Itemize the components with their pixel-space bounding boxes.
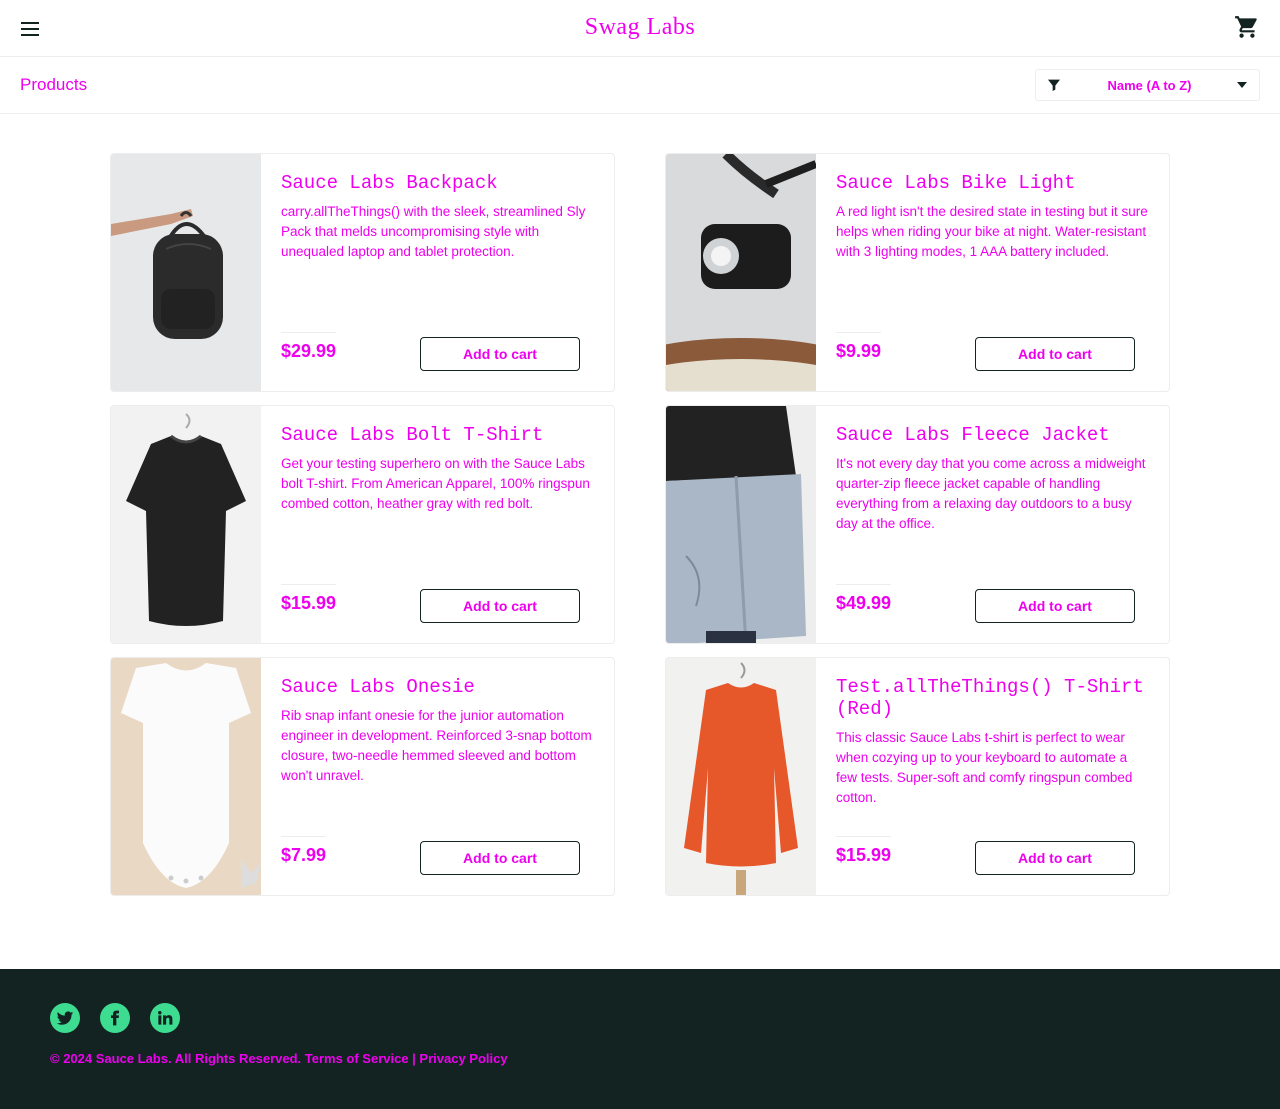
bike-light-image[interactable] (666, 154, 816, 391)
cart-icon[interactable] (1234, 14, 1260, 40)
item-price: $9.99 (836, 341, 882, 361)
item-body: Sauce Labs Backpack carry.allTheThings()… (261, 154, 614, 391)
app-header: Swag Labs (0, 0, 1280, 57)
item-body: Sauce Labs Fleece Jacket It's not every … (816, 406, 1169, 643)
item-price: $15.99 (281, 593, 337, 613)
price-bar: $15.99 Add to cart (836, 836, 1135, 876)
red-tshirt-image[interactable] (666, 658, 816, 895)
chevron-down-icon (1237, 82, 1247, 88)
sort-selected-value: Name (A to Z) (1107, 77, 1192, 93)
add-to-cart-button[interactable]: Add to cart (420, 589, 580, 623)
item-name-link[interactable]: Test.allTheThings() T-Shirt (Red) (836, 676, 1149, 720)
inventory-item: Sauce Labs Fleece Jacket It's not every … (665, 405, 1170, 644)
app-logo: Swag Labs (584, 14, 696, 40)
item-body: Sauce Labs Onesie Rib snap infant onesie… (261, 658, 614, 895)
filter-icon (1048, 79, 1060, 91)
add-to-cart-button[interactable]: Add to cart (975, 589, 1135, 623)
inventory-item: Sauce Labs Bike Light A red light isn't … (665, 153, 1170, 392)
page-footer: © 2024 Sauce Labs. All Rights Reserved. … (0, 969, 1280, 1109)
item-description: A red light isn't the desired state in t… (836, 204, 1148, 259)
price-bar: $29.99 Add to cart (281, 332, 580, 372)
item-description: It's not every day that you come across … (836, 456, 1146, 531)
linkedin-icon[interactable] (150, 1003, 180, 1033)
add-to-cart-button[interactable]: Add to cart (975, 337, 1135, 371)
add-to-cart-button[interactable]: Add to cart (420, 337, 580, 371)
bolt-tshirt-image[interactable] (111, 406, 261, 643)
inventory-item: Sauce Labs Backpack carry.allTheThings()… (110, 153, 615, 392)
item-name-link[interactable]: Sauce Labs Fleece Jacket (836, 424, 1149, 446)
item-body: Sauce Labs Bike Light A red light isn't … (816, 154, 1169, 391)
item-body: Sauce Labs Bolt T-Shirt Get your testing… (261, 406, 614, 643)
price-bar: $49.99 Add to cart (836, 584, 1135, 624)
secondary-header: Products Name (A to Z) (0, 57, 1280, 114)
inventory-item: Sauce Labs Bolt T-Shirt Get your testing… (110, 405, 615, 644)
fleece-jacket-image[interactable] (666, 406, 816, 643)
item-name-link[interactable]: Sauce Labs Bike Light (836, 172, 1149, 194)
inventory-item: Test.allTheThings() T-Shirt (Red) This c… (665, 657, 1170, 896)
item-name-link[interactable]: Sauce Labs Backpack (281, 172, 594, 194)
copyright-text: © 2024 Sauce Labs. All Rights Reserved. … (50, 1051, 508, 1066)
inventory-item: Sauce Labs Onesie Rib snap infant onesie… (110, 657, 615, 896)
page-title: Products (20, 75, 88, 94)
item-description: Rib snap infant onesie for the junior au… (281, 708, 592, 783)
price-bar: $9.99 Add to cart (836, 332, 1135, 372)
item-name-link[interactable]: Sauce Labs Bolt T-Shirt (281, 424, 594, 446)
item-description: Get your testing superhero on with the S… (281, 456, 590, 511)
item-price: $15.99 (836, 845, 892, 865)
add-to-cart-button[interactable]: Add to cart (420, 841, 580, 875)
twitter-icon[interactable] (50, 1003, 80, 1033)
price-bar: $15.99 Add to cart (281, 584, 580, 624)
item-body: Test.allTheThings() T-Shirt (Red) This c… (816, 658, 1169, 895)
onesie-image[interactable] (111, 658, 261, 895)
inventory-list: Sauce Labs Backpack carry.allTheThings()… (110, 153, 1170, 896)
add-to-cart-button[interactable]: Add to cart (975, 841, 1135, 875)
item-description: This classic Sauce Labs t-shirt is perfe… (836, 730, 1133, 805)
item-price: $7.99 (281, 845, 327, 865)
item-name-link[interactable]: Sauce Labs Onesie (281, 676, 594, 698)
price-bar: $7.99 Add to cart (281, 836, 580, 876)
item-price: $29.99 (281, 341, 337, 361)
item-price: $49.99 (836, 593, 892, 613)
facebook-icon[interactable] (100, 1003, 130, 1033)
social-links (50, 1003, 180, 1033)
backpack-image[interactable] (111, 154, 261, 391)
item-description: carry.allTheThings() with the sleek, str… (281, 204, 586, 259)
sort-dropdown[interactable]: Name (A to Z) (1035, 69, 1260, 101)
